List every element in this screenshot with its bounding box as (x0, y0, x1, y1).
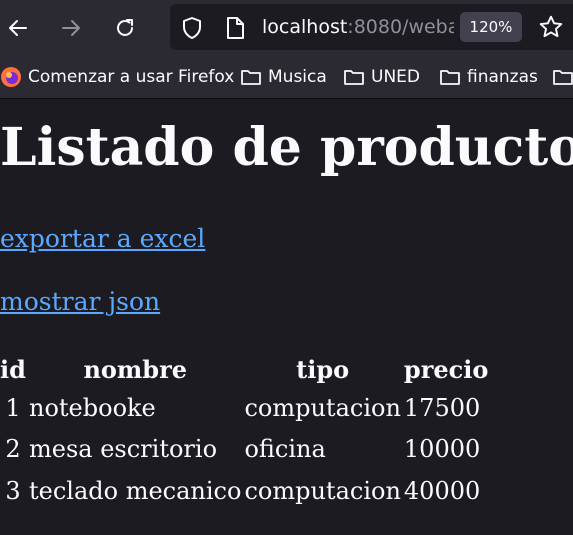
url-text[interactable]: localhost:8080/webapp (262, 16, 454, 38)
bookmark-label: Comenzar a usar Firefox (28, 67, 235, 87)
cell-precio: 17500 (403, 393, 481, 422)
cell-tipo: computacion (244, 476, 401, 505)
bookmark-label: Musica (268, 67, 327, 87)
page-title: Listado de productos (0, 117, 573, 178)
bookmarks-toolbar: Comenzar a usar Firefox Musica UNED fina… (0, 56, 573, 99)
cell-id: 2 (5, 435, 21, 464)
cell-precio: 10000 (403, 435, 481, 464)
cell-id: 3 (5, 476, 21, 505)
folder-icon (344, 70, 364, 85)
header-id: id (0, 354, 26, 384)
forward-arrow-icon[interactable] (56, 13, 86, 43)
cell-precio: 40000 (403, 476, 481, 505)
url-path: :8080/webapp (347, 16, 454, 38)
header-nombre: nombre (83, 354, 187, 384)
bookmark-label: UNED (371, 67, 420, 87)
export-excel-link[interactable]: exportar a excel (0, 224, 205, 254)
cell-tipo: computacion (244, 393, 401, 422)
bookmark-firefox[interactable]: Comenzar a usar Firefox (0, 56, 234, 98)
page-icon (224, 16, 246, 44)
reload-icon[interactable] (110, 13, 140, 43)
show-json-link[interactable]: mostrar json (0, 287, 160, 317)
products-table: id nombre tipo precio 1 notebooke comput… (0, 351, 491, 512)
url-host: localhost (262, 16, 348, 38)
firefox-icon (1, 67, 21, 87)
page-content: Listado de productos exportar a excel mo… (0, 99, 573, 535)
bookmark-label: finanzas (467, 67, 538, 87)
back-arrow-icon[interactable] (3, 13, 33, 43)
table-row: 3 teclado mecanico computacion 40000 (0, 470, 488, 512)
star-icon[interactable] (538, 14, 564, 44)
cell-nombre: notebooke (29, 393, 156, 422)
shield-icon[interactable] (180, 16, 204, 44)
bookmark-folder-musica[interactable]: Musica (240, 56, 327, 98)
table-row: 2 mesa escritorio oficina 10000 (0, 429, 488, 471)
header-tipo: tipo (296, 354, 350, 384)
header-precio: precio (403, 354, 489, 384)
cell-nombre: teclado mecanico (29, 476, 242, 505)
folder-icon (241, 70, 261, 85)
bookmark-folder-overflow[interactable] (552, 56, 573, 98)
zoom-level-badge[interactable]: 120% (460, 12, 522, 42)
folder-icon (553, 70, 573, 85)
url-bar[interactable]: localhost:8080/webapp 120% (170, 4, 573, 50)
bookmark-folder-uned[interactable]: UNED (343, 56, 420, 98)
table-header-row: id nombre tipo precio (0, 351, 488, 387)
cell-tipo: oficina (244, 435, 326, 464)
table-row: 1 notebooke computacion 17500 (0, 387, 488, 429)
browser-toolbar: localhost:8080/webapp 120% (0, 0, 573, 56)
bookmark-folder-finanzas[interactable]: finanzas (439, 56, 538, 98)
cell-nombre: mesa escritorio (29, 435, 218, 464)
cell-id: 1 (5, 393, 21, 422)
folder-icon (440, 70, 460, 85)
